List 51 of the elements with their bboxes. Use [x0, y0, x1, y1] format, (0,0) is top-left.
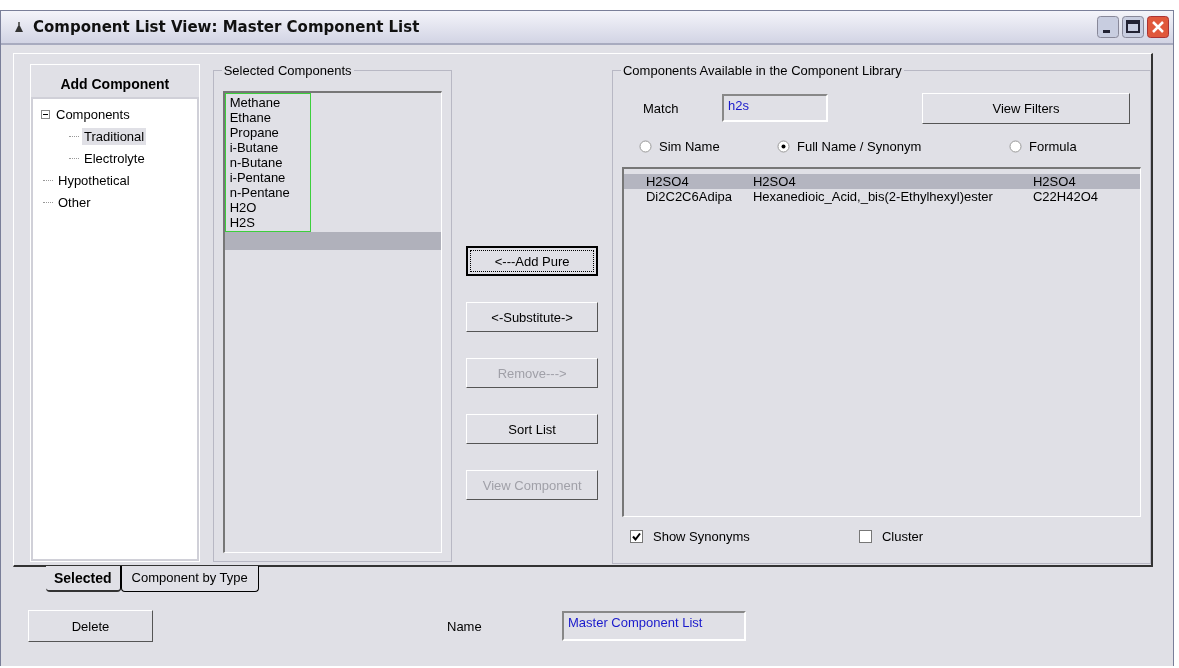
- list-item[interactable]: H2S: [229, 215, 310, 230]
- app-icon: [13, 21, 25, 33]
- action-button[interactable]: <---Add Pure: [466, 246, 599, 276]
- radio-button[interactable]: [1009, 139, 1022, 153]
- tree-item[interactable]: Hypothetical: [56, 171, 132, 189]
- table-cell-text: Di2C2C6Adipa: [646, 189, 733, 204]
- tab[interactable]: Selected: [46, 566, 121, 592]
- name-field[interactable]: Master Component List: [562, 611, 746, 641]
- list-item[interactable]: i-Butane: [229, 140, 310, 155]
- maximize-button[interactable]: [1122, 16, 1144, 38]
- list-item[interactable]: n-Butane: [229, 155, 310, 170]
- table-cell: C22H42O4: [1033, 189, 1099, 204]
- radio-button[interactable]: [639, 139, 652, 153]
- collapse-icon[interactable]: [41, 109, 50, 119]
- list-item[interactable]: Ethane: [229, 110, 310, 125]
- view-filters-button[interactable]: View Filters: [922, 92, 1130, 124]
- match-field[interactable]: h2s: [722, 94, 828, 122]
- checkbox[interactable]: [630, 529, 643, 543]
- list-item[interactable]: Propane: [229, 125, 310, 140]
- radio-label: Formula: [1029, 138, 1077, 154]
- tree-item[interactable]: Traditional: [82, 127, 147, 145]
- table-cell-text: H2SO4: [646, 174, 690, 189]
- field-label: Match: [642, 100, 680, 116]
- action-button[interactable]: <-Substitute->: [466, 302, 599, 332]
- list-item[interactable]: n-Pentane: [229, 185, 310, 200]
- list-item[interactable]: Methane: [229, 95, 310, 110]
- group-title: Components Available in the Component Library: [621, 63, 904, 78]
- tree-item[interactable]: Other: [56, 193, 93, 211]
- checkbox[interactable]: [859, 529, 872, 543]
- list-item[interactable]: H2O: [229, 200, 310, 215]
- table-cell: H2SO4: [1033, 174, 1076, 189]
- window-title: Component List View: Master Component List: [33, 18, 421, 36]
- field-label: Name: [447, 618, 483, 634]
- checkbox-label: Show Synonyms: [653, 528, 750, 544]
- close-button[interactable]: [1147, 16, 1169, 38]
- radio-button[interactable]: [777, 139, 790, 153]
- tab[interactable]: Component by Type: [120, 566, 259, 592]
- tree-item[interactable]: Electrolyte: [82, 149, 147, 167]
- table-cell-text: Hexanedioic_Acid,_bis(2-Ethylhexyl)ester: [753, 189, 994, 204]
- action-button[interactable]: Sort List: [466, 414, 599, 444]
- minimize-button[interactable]: [1097, 16, 1119, 38]
- selected-row[interactable]: H2SO4 H2SO4 H2SO4: [624, 174, 1140, 189]
- delete-button[interactable]: Delete: [28, 610, 153, 642]
- checkbox-label: Cluster: [882, 528, 924, 544]
- group-title: Selected Components: [221, 63, 354, 78]
- tree-heading: Add Component: [59, 75, 171, 94]
- tree-item[interactable]: Components: [54, 105, 132, 123]
- radio-label: Sim Name: [659, 138, 720, 154]
- list-item[interactable]: i-Pentane: [229, 170, 310, 185]
- table-cell-text: H2SO4: [753, 174, 797, 189]
- radio-label: Full Name / Synonym: [797, 138, 922, 154]
